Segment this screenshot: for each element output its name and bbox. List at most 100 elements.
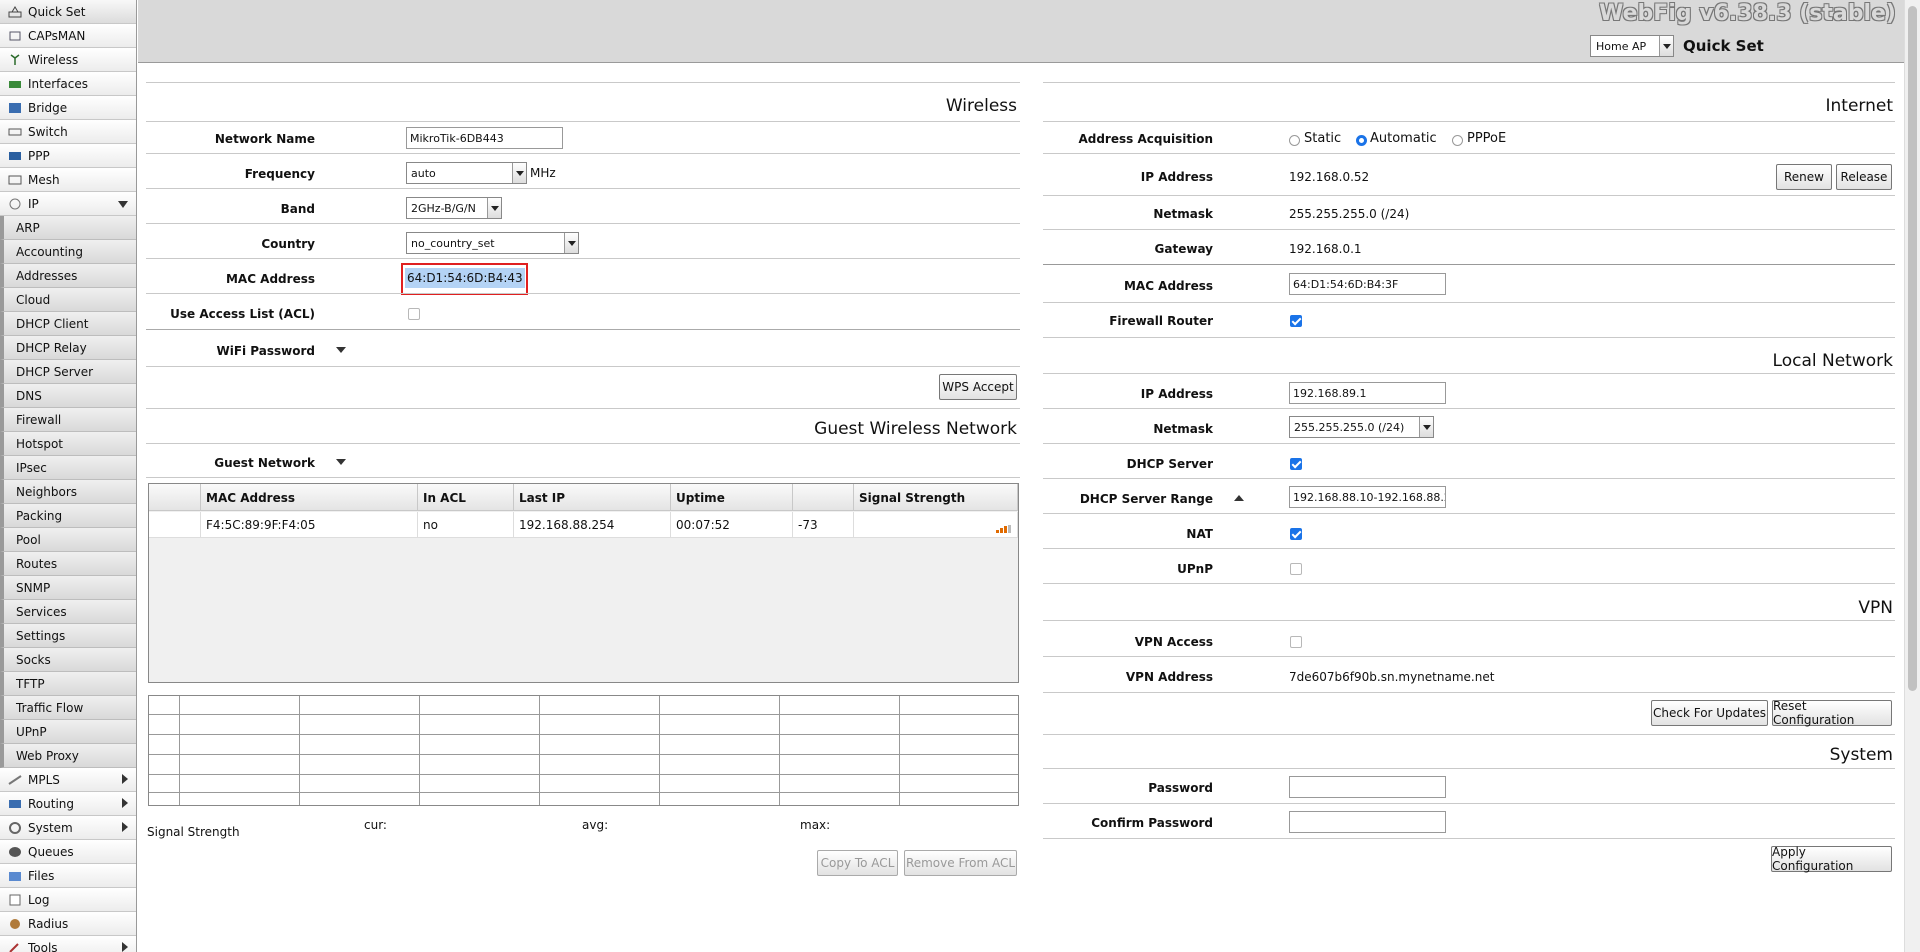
renew-button[interactable]: Renew	[1776, 164, 1832, 190]
confirm-password-input[interactable]	[1289, 811, 1446, 833]
sidebar-subitem-traffic-flow[interactable]: Traffic Flow	[0, 696, 136, 720]
sidebar-subitem-neighbors[interactable]: Neighbors	[0, 480, 136, 504]
upnp-checkbox[interactable]	[1290, 563, 1302, 575]
expand-down-icon[interactable]	[336, 347, 346, 353]
sidebar-subitem-services[interactable]: Services	[0, 600, 136, 624]
app-title: WebFig v6.38.3 (stable)	[1599, 1, 1896, 26]
sidebar-item-switch[interactable]: Switch	[0, 120, 136, 144]
network-name-input[interactable]: MikroTik-6DB443	[406, 127, 563, 149]
sidebar-subitem-settings[interactable]: Settings	[0, 624, 136, 648]
ppp-icon	[7, 149, 23, 162]
sidebar-subitem-arp[interactable]: ARP	[0, 216, 136, 240]
sidebar-subitem-accounting[interactable]: Accounting	[0, 240, 136, 264]
chevron-down-icon	[487, 198, 501, 218]
check-for-updates-button[interactable]: Check For Updates	[1651, 700, 1768, 726]
sidebar-item-queues[interactable]: Queues	[0, 840, 136, 864]
remove-from-acl-button[interactable]: Remove From ACL	[904, 850, 1017, 876]
sidebar-subitem-hotspot[interactable]: Hotspot	[0, 432, 136, 456]
sidebar-subitem-upnp[interactable]: UPnP	[0, 720, 136, 744]
sidebar-item-mpls[interactable]: MPLS	[0, 768, 136, 792]
column-header-signal[interactable]: Signal Strength	[854, 484, 1018, 511]
frequency-select[interactable]: auto	[406, 162, 527, 184]
sidebar-subitem-dhcp-server[interactable]: DHCP Server	[0, 360, 136, 384]
country-select[interactable]: no_country_set	[406, 232, 579, 254]
section-title-wireless: Wireless	[945, 96, 1017, 116]
use-acl-checkbox[interactable]	[408, 308, 420, 320]
sidebar-item-ip[interactable]: IP	[0, 192, 136, 216]
copy-to-acl-button[interactable]: Copy To ACL	[817, 850, 898, 876]
sidebar-subitem-pool[interactable]: Pool	[0, 528, 136, 552]
local-netmask-value: 255.255.255.0 (/24)	[1294, 421, 1405, 434]
column-header-in-acl[interactable]: In ACL	[418, 484, 514, 511]
tools-icon	[7, 941, 23, 952]
vpn-access-checkbox[interactable]	[1290, 636, 1302, 648]
dhcp-server-label: DHCP Server	[1126, 457, 1213, 471]
column-header-mac[interactable]: MAC Address	[201, 484, 418, 511]
sidebar-item-log[interactable]: Log	[0, 888, 136, 912]
band-select[interactable]: 2GHz-B/G/N	[406, 197, 502, 219]
sidebar-subitem-dhcp-relay[interactable]: DHCP Relay	[0, 336, 136, 360]
collapse-up-icon[interactable]	[1234, 495, 1244, 501]
page-scrollbar[interactable]	[1904, 0, 1920, 952]
column-header[interactable]	[149, 484, 201, 511]
sidebar-subitem-socks[interactable]: Socks	[0, 648, 136, 672]
sidebar-subitem-cloud[interactable]: Cloud	[0, 288, 136, 312]
sidebar-item-system[interactable]: System	[0, 816, 136, 840]
files-icon	[7, 869, 23, 882]
queues-icon	[7, 845, 23, 858]
chevron-down-icon	[1419, 417, 1433, 437]
system-icon	[7, 821, 23, 834]
reset-configuration-button[interactable]: Reset Configuration	[1772, 699, 1892, 727]
sidebar-subitem-dhcp-client[interactable]: DHCP Client	[0, 312, 136, 336]
apply-configuration-button[interactable]: Apply Configuration	[1771, 845, 1892, 873]
mode-select[interactable]: Home AP	[1590, 35, 1674, 57]
divider	[1043, 408, 1895, 409]
sidebar-subitem-snmp[interactable]: SNMP	[0, 576, 136, 600]
sidebar-subitem-ipsec[interactable]: IPsec	[0, 456, 136, 480]
gateway-label: Gateway	[1154, 242, 1213, 256]
firewall-router-label: Firewall Router	[1109, 314, 1213, 328]
dhcp-server-checkbox[interactable]	[1290, 458, 1302, 470]
nat-checkbox[interactable]	[1290, 528, 1302, 540]
local-netmask-select[interactable]: 255.255.255.0 (/24)	[1289, 416, 1434, 438]
sidebar-item-tools[interactable]: Tools	[0, 936, 136, 952]
acq-automatic-radio[interactable]	[1356, 135, 1367, 146]
column-header[interactable]	[793, 484, 854, 511]
sidebar-subitem-addresses[interactable]: Addresses	[0, 264, 136, 288]
sidebar-item-wireless[interactable]: Wireless	[0, 48, 136, 72]
column-header-last-ip[interactable]: Last IP	[514, 484, 671, 511]
wps-accept-button[interactable]: WPS Accept	[939, 374, 1017, 400]
sidebar-subitem-tftp[interactable]: TFTP	[0, 672, 136, 696]
sidebar-item-label: Radius	[28, 916, 69, 931]
divider	[1043, 656, 1895, 657]
acq-pppoe-radio[interactable]	[1452, 135, 1463, 146]
sidebar-subitem-firewall[interactable]: Firewall	[0, 408, 136, 432]
sidebar-subitem-routes[interactable]: Routes	[0, 552, 136, 576]
firewall-router-checkbox[interactable]	[1290, 315, 1302, 327]
sidebar-item-ppp[interactable]: PPP	[0, 144, 136, 168]
internet-mac-input[interactable]: 64:D1:54:6D:B4:3F	[1289, 273, 1446, 295]
sidebar-item-routing[interactable]: Routing	[0, 792, 136, 816]
sidebar-subitem-dns[interactable]: DNS	[0, 384, 136, 408]
dhcp-range-input[interactable]: 192.168.88.10-192.168.88.254	[1289, 486, 1446, 508]
sidebar-item-capsman[interactable]: CAPsMAN	[0, 24, 136, 48]
release-button[interactable]: Release	[1836, 164, 1892, 190]
local-ip-input[interactable]: 192.168.89.1	[1289, 382, 1446, 404]
password-input[interactable]	[1289, 776, 1446, 798]
sidebar-item-mesh[interactable]: Mesh	[0, 168, 136, 192]
column-header-uptime[interactable]: Uptime	[671, 484, 793, 511]
scrollbar-thumb[interactable]	[1908, 6, 1917, 691]
dhcp-range-label: DHCP Server Range	[1079, 492, 1213, 506]
sidebar-item-quick-set[interactable]: Quick Set	[0, 0, 136, 24]
mac-address-value[interactable]: 64:D1:54:6D:B4:43	[405, 268, 525, 288]
sidebar-subitem-packing[interactable]: Packing	[0, 504, 136, 528]
divider	[1043, 121, 1895, 122]
table-cell-mac: F4:5C:89:9F:F4:05	[201, 512, 418, 538]
sidebar-item-files[interactable]: Files	[0, 864, 136, 888]
sidebar-item-interfaces[interactable]: Interfaces	[0, 72, 136, 96]
sidebar-item-bridge[interactable]: Bridge	[0, 96, 136, 120]
sidebar-item-radius[interactable]: Radius	[0, 912, 136, 936]
acq-static-radio[interactable]	[1289, 135, 1300, 146]
sidebar-subitem-web-proxy[interactable]: Web Proxy	[0, 744, 136, 768]
expand-down-icon[interactable]	[336, 459, 346, 465]
